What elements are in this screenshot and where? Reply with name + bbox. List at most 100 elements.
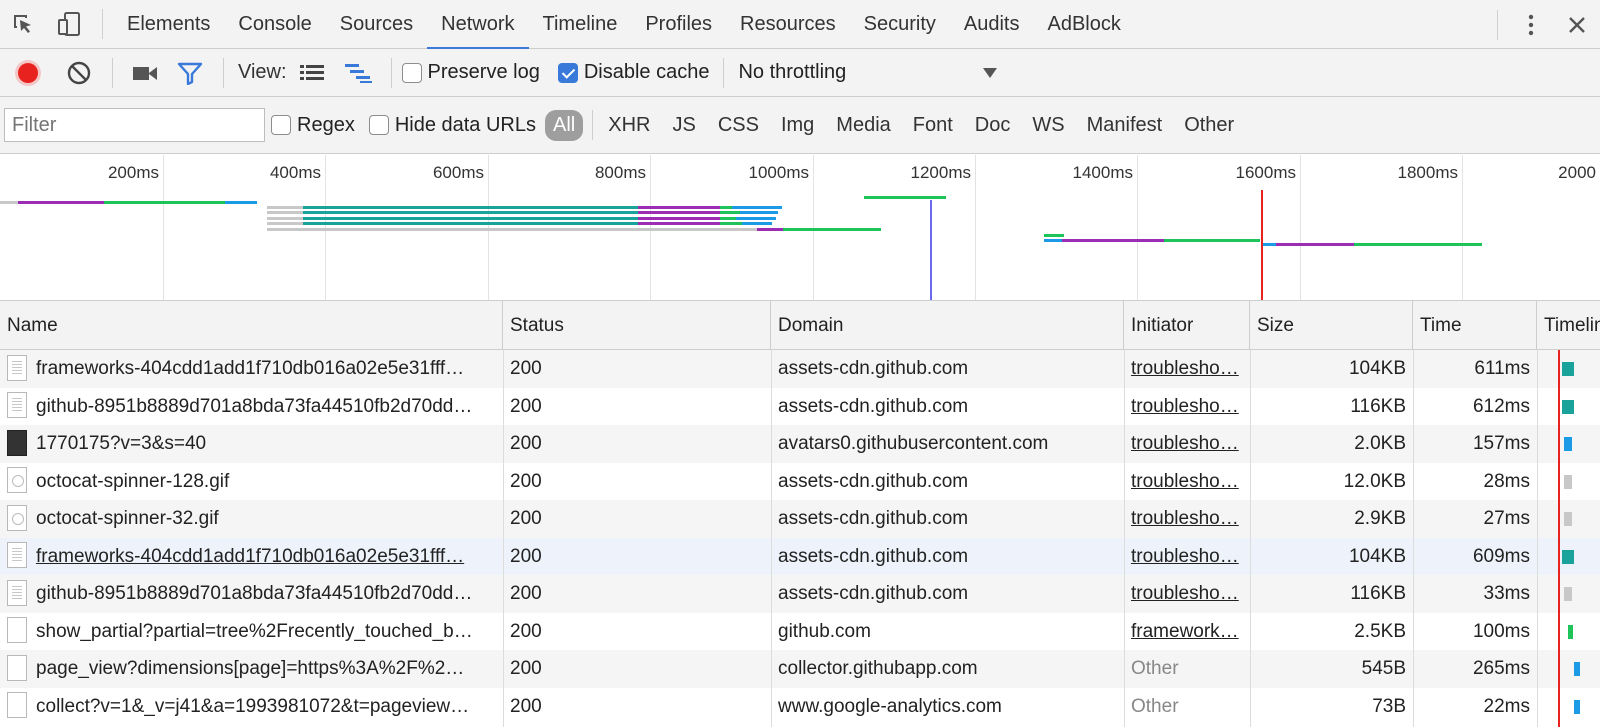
initiator-link[interactable]: troublesho… bbox=[1131, 396, 1239, 417]
initiator-link[interactable]: troublesho… bbox=[1131, 471, 1239, 492]
tab-resources[interactable]: Resources bbox=[726, 0, 850, 49]
overview-tick-label: 800ms bbox=[594, 163, 646, 182]
domain-cell: assets-cdn.github.com bbox=[778, 545, 969, 567]
table-row[interactable]: page_view?dimensions[page]=https%3A%2F%2… bbox=[0, 650, 1600, 688]
inspect-element-icon[interactable] bbox=[0, 0, 46, 49]
overview-icon[interactable] bbox=[337, 49, 381, 97]
table-row[interactable]: octocat-spinner-128.gif 200 assets-cdn.git… bbox=[0, 463, 1600, 501]
request-name[interactable]: frameworks-404cdd1add1f710db016a02e5e31f… bbox=[36, 358, 464, 379]
request-name[interactable]: show_partial?partial=tree%2Frecently_tou… bbox=[36, 621, 473, 642]
filter-type-css[interactable]: CSS bbox=[707, 114, 770, 137]
initiator-link[interactable]: troublesho… bbox=[1131, 583, 1239, 604]
time-cell: 265ms bbox=[1472, 658, 1530, 679]
checkbox[interactable] bbox=[271, 115, 291, 135]
filter-type-xhr[interactable]: XHR bbox=[597, 114, 661, 137]
initiator-link[interactable]: troublesho… bbox=[1131, 508, 1239, 529]
chevron-down-icon bbox=[983, 67, 998, 78]
size-cell: 104KB bbox=[1348, 545, 1406, 567]
table-row[interactable]: collect?v=1&_v=j41&a=1993981072&t=pagevi… bbox=[0, 688, 1600, 726]
request-name[interactable]: octocat-spinner-32.gif bbox=[36, 508, 219, 529]
filter-type-other[interactable]: Other bbox=[1173, 114, 1245, 137]
filter-type-ws[interactable]: WS bbox=[1021, 114, 1075, 137]
overview-gridline bbox=[975, 155, 976, 300]
status-cell: 200 bbox=[510, 508, 542, 529]
tab-console[interactable]: Console bbox=[224, 0, 325, 49]
tab-timeline[interactable]: Timeline bbox=[529, 0, 632, 49]
table-row[interactable]: frameworks-404cdd1add1f710db016a02e5e31f… bbox=[0, 350, 1600, 388]
more-options-icon[interactable] bbox=[1508, 0, 1554, 49]
filter-type-all[interactable]: All bbox=[545, 109, 584, 141]
time-cell: 22ms bbox=[1483, 695, 1530, 717]
time-cell: 612ms bbox=[1472, 395, 1530, 417]
request-name[interactable]: page_view?dimensions[page]=https%3A%2F%2… bbox=[36, 658, 464, 679]
column-name[interactable]: Name bbox=[0, 301, 503, 350]
throttling-select[interactable]: No throttling bbox=[738, 61, 998, 84]
filter-type-doc[interactable]: Doc bbox=[964, 114, 1022, 137]
table-row[interactable]: github-8951b8889d701a8bda73fa44510fb2d70… bbox=[0, 575, 1600, 613]
overview-request-bar bbox=[18, 201, 104, 204]
disable-cache-checkbox[interactable]: Disable cache bbox=[557, 61, 709, 84]
close-icon[interactable] bbox=[1554, 0, 1600, 49]
request-name-cell: github-8951b8889d701a8bda73fa44510fb2d70… bbox=[0, 388, 503, 426]
tab-elements[interactable]: Elements bbox=[113, 0, 224, 49]
tab-adblock[interactable]: AdBlock bbox=[1034, 0, 1135, 49]
overview-request-bar bbox=[1262, 243, 1276, 246]
record-button[interactable] bbox=[0, 49, 56, 97]
tab-security[interactable]: Security bbox=[850, 0, 950, 49]
network-overview[interactable]: 200ms 400ms 600ms 800ms 1000ms 1200ms 1400ms 16… bbox=[0, 155, 1600, 301]
initiator-link[interactable]: troublesho… bbox=[1131, 433, 1239, 454]
large-rows-icon[interactable] bbox=[287, 49, 337, 97]
table-row[interactable]: octocat-spinner-32.gif 200 assets-cdn.gith… bbox=[0, 500, 1600, 538]
device-toolbar-icon[interactable] bbox=[46, 0, 92, 49]
capture-screenshots-icon[interactable] bbox=[123, 49, 167, 97]
initiator-link[interactable]: troublesho… bbox=[1131, 546, 1239, 567]
overview-request-bar bbox=[267, 228, 757, 231]
initiator-link[interactable]: troublesho… bbox=[1131, 358, 1239, 379]
checkbox[interactable] bbox=[557, 62, 578, 83]
overview-tick-label: 1600ms bbox=[1235, 163, 1296, 182]
filter-type-manifest[interactable]: Manifest bbox=[1076, 114, 1174, 137]
request-name[interactable]: octocat-spinner-128.gif bbox=[36, 471, 229, 492]
column-time[interactable]: Time bbox=[1413, 301, 1537, 350]
regex-checkbox[interactable]: Regex bbox=[271, 114, 355, 137]
column-domain[interactable]: Domain bbox=[771, 301, 1124, 350]
initiator-link[interactable]: framework… bbox=[1131, 621, 1239, 642]
checkbox[interactable] bbox=[368, 115, 389, 135]
tab-sources[interactable]: Sources bbox=[326, 0, 427, 49]
overview-request-bar bbox=[1044, 239, 1062, 242]
clear-icon[interactable] bbox=[56, 49, 102, 97]
table-row[interactable]: github-8951b8889d701a8bda73fa44510fb2d70… bbox=[0, 388, 1600, 426]
request-name[interactable]: frameworks-404cdd1add1f710db016a02e5e31f… bbox=[36, 546, 464, 567]
request-name[interactable]: github-8951b8889d701a8bda73fa44510fb2d70… bbox=[36, 583, 472, 604]
filter-type-js[interactable]: JS bbox=[661, 114, 706, 137]
waterfall-bar bbox=[1562, 549, 1574, 564]
table-row[interactable]: 1770175?v=3&s=40 200 avatars0.githubuserco… bbox=[0, 425, 1600, 463]
tab-profiles[interactable]: Profiles bbox=[631, 0, 726, 49]
table-row[interactable]: frameworks-404cdd1add1f710db016a02e5e31f… bbox=[0, 537, 1600, 575]
column-size[interactable]: Size bbox=[1250, 301, 1413, 350]
overview-request-bar bbox=[720, 222, 742, 225]
filter-type-media[interactable]: Media bbox=[825, 114, 901, 137]
table-row[interactable]: show_partial?partial=tree%2Frecently_tou… bbox=[0, 613, 1600, 651]
domcontentloaded-marker bbox=[930, 200, 932, 300]
column-initiator[interactable]: Initiator bbox=[1124, 301, 1250, 350]
filter-type-font[interactable]: Font bbox=[902, 114, 964, 137]
checkbox[interactable] bbox=[401, 62, 422, 83]
request-name[interactable]: 1770175?v=3&s=40 bbox=[36, 433, 206, 454]
hide-data-urls-checkbox[interactable]: Hide data URLs bbox=[368, 114, 536, 137]
tab-audits[interactable]: Audits bbox=[950, 0, 1034, 49]
size-cell: 2.9KB bbox=[1354, 508, 1406, 529]
filter-icon[interactable] bbox=[167, 49, 213, 97]
file-icon bbox=[7, 504, 27, 531]
preserve-log-checkbox[interactable]: Preserve log bbox=[401, 61, 540, 84]
request-name[interactable]: github-8951b8889d701a8bda73fa44510fb2d70… bbox=[36, 396, 472, 417]
filter-type-img[interactable]: Img bbox=[770, 114, 825, 137]
filter-input[interactable] bbox=[4, 108, 265, 142]
overview-request-bar bbox=[742, 222, 772, 225]
load-marker bbox=[1261, 190, 1263, 300]
column-timeline[interactable]: Timeline bbox=[1537, 301, 1600, 350]
tab-network[interactable]: Network bbox=[427, 0, 529, 50]
column-status[interactable]: Status bbox=[503, 301, 771, 350]
request-name[interactable]: collect?v=1&_v=j41&a=1993981072&t=pagevi… bbox=[36, 696, 469, 717]
initiator-cell: troublesho… bbox=[1124, 500, 1250, 538]
